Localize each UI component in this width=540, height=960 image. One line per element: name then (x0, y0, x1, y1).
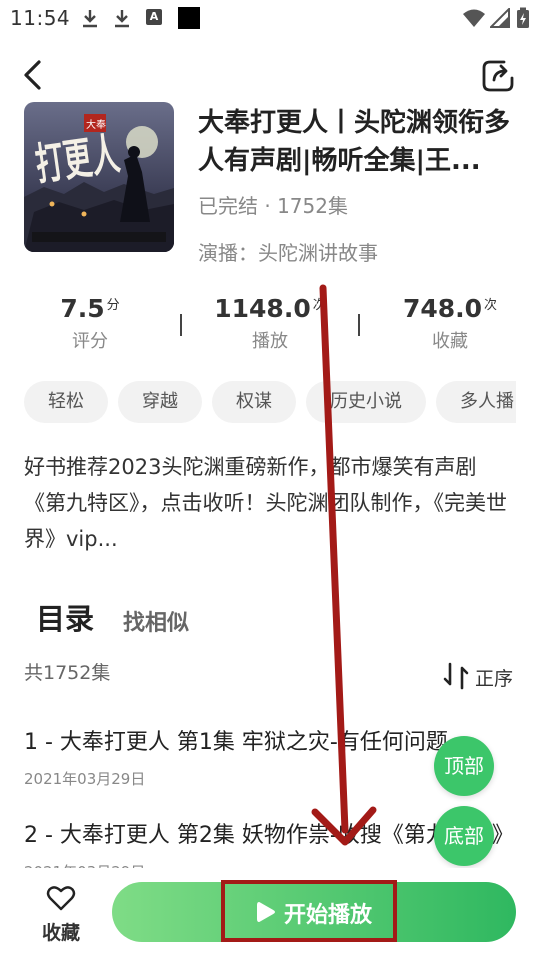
stat-label: 收藏 (432, 331, 468, 352)
stat-unit: 次 (484, 298, 498, 313)
stat-label: 评分 (72, 331, 108, 352)
stat-divider (358, 314, 360, 336)
tag-chip[interactable]: 历史小说 (306, 381, 426, 423)
font-icon: A (146, 9, 162, 25)
signal-icon (490, 8, 510, 28)
tab-find-similar[interactable]: 找相似 (123, 605, 189, 637)
tag-chip[interactable]: 穿越 (118, 381, 202, 423)
episode-count: 共1752集 (24, 662, 111, 684)
book-description[interactable]: 好书推荐2023头陀渊重磅新作，都市爆笑有声剧《第九特区》，点击收听！头陀渊团队… (24, 449, 516, 557)
stat-value: 1148.0 (214, 294, 311, 323)
battery-charging-icon (517, 7, 529, 28)
share-icon[interactable] (480, 58, 516, 94)
book-anchor[interactable]: 演播：头陀渊讲故事 (198, 237, 378, 266)
tab-catalog[interactable]: 目录 (36, 596, 94, 638)
back-arrow-icon[interactable] (18, 58, 48, 92)
scroll-to-bottom-button[interactable]: 底部 (434, 806, 494, 866)
stat-unit: 次 (312, 298, 326, 313)
status-bar: 11:54 A (0, 0, 540, 36)
stat-favorites: 748.0 次 收藏 (370, 294, 530, 353)
book-cover-image[interactable]: 打更人 大奉 (24, 102, 174, 252)
status-time: 11:54 (10, 6, 71, 30)
tag-chip[interactable]: 权谋 (212, 381, 296, 423)
book-status: 已完结 · 1752集 (198, 194, 348, 218)
tag-chip[interactable]: 多人播 (436, 381, 516, 423)
annotation-highlight-box (221, 880, 397, 942)
sort-order-button[interactable]: 正序 (443, 662, 523, 690)
book-title: 大奉打更人丨头陀渊领衔多人有声剧|畅听全集|王... (198, 108, 511, 176)
tag-chip[interactable]: 轻松 (24, 381, 108, 423)
stat-plays: 1148.0 次 播放 (190, 294, 350, 353)
stat-label: 播放 (252, 331, 288, 352)
black-square-icon (178, 7, 200, 29)
stat-value: 748.0 (402, 294, 483, 323)
tag-list: 轻松 穿越 权谋 历史小说 多人播 (24, 381, 516, 423)
stat-divider (180, 314, 182, 336)
stat-value: 7.5 (60, 294, 105, 323)
sort-icon (443, 662, 469, 690)
favorite-button[interactable]: 收藏 (36, 884, 86, 944)
cover-artwork: 打更人 大奉 (24, 102, 174, 252)
sort-label: 正序 (475, 668, 514, 690)
wifi-icon (463, 9, 485, 27)
heart-icon (46, 886, 76, 911)
favorite-label: 收藏 (41, 922, 80, 944)
scroll-to-top-button[interactable]: 顶部 (434, 736, 494, 796)
download-icon (115, 10, 129, 28)
cover-badge-text: 大奉 (86, 118, 106, 131)
stat-unit: 分 (106, 298, 120, 313)
stat-rating: 7.5 分 评分 (10, 294, 170, 353)
download-icon (83, 10, 97, 28)
